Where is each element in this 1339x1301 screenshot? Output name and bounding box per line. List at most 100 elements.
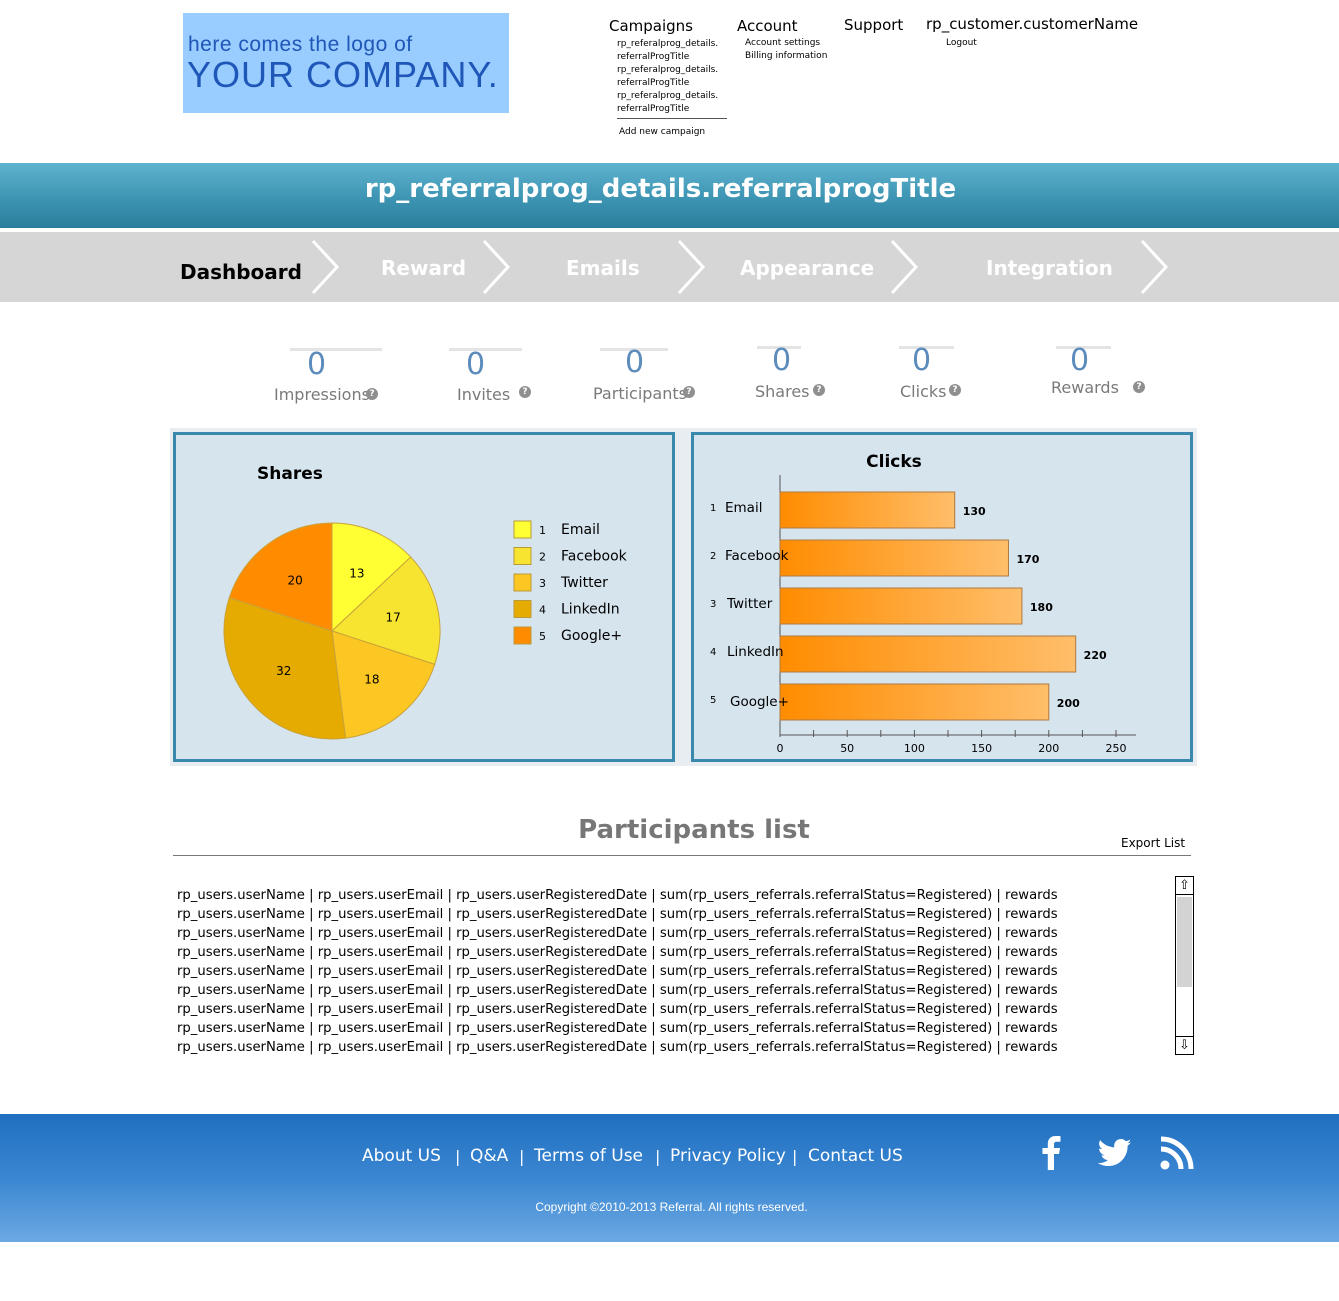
participant-row[interactable]: rp_users.userName | rp_users.userEmail |…	[177, 1000, 1058, 1019]
participants-list: rp_users.userName | rp_users.userEmail |…	[177, 886, 1058, 1057]
footer-link-about-us[interactable]: About US	[362, 1146, 441, 1166]
company-logo[interactable]: here comes the logo of YOUR COMPANY.	[183, 13, 509, 113]
participant-row[interactable]: rp_users.userName | rp_users.userEmail |…	[177, 962, 1058, 981]
category-label: Email	[725, 500, 762, 516]
help-icon[interactable]: ?	[1133, 381, 1145, 393]
x-tick-label: 250	[1106, 742, 1127, 755]
step-integration[interactable]: Integration	[986, 256, 1113, 280]
participant-row[interactable]: rp_users.userName | rp_users.userEmail |…	[177, 905, 1058, 924]
legend-swatch	[513, 520, 532, 539]
step-emails[interactable]: Emails	[566, 256, 640, 280]
nav-customer-name[interactable]: rp_customer.customerName	[926, 15, 1138, 33]
clicks-bar-chart: Clicks 130 1 Email 170 2 Facebook 180 3 Twitter 2…	[710, 452, 1136, 755]
bar-value-label: 170	[1016, 553, 1039, 566]
nav-account[interactable]: Account	[737, 17, 798, 35]
x-tick-label: 0	[777, 742, 784, 755]
participant-row[interactable]: rp_users.userName | rp_users.userEmail |…	[177, 981, 1058, 1000]
twitter-icon[interactable]	[1098, 1137, 1132, 1169]
stat-label: Shares	[755, 382, 810, 401]
chevron-right-icon	[311, 239, 340, 295]
footer-link-contact-us[interactable]: Contact US	[808, 1146, 903, 1166]
help-icon[interactable]: ?	[813, 384, 825, 396]
legend-index: 3	[539, 577, 546, 590]
pie-value-label: 18	[364, 672, 379, 686]
nav-campaigns[interactable]: Campaigns	[609, 17, 693, 35]
legend-index: 5	[539, 630, 546, 643]
legend-swatch	[513, 626, 532, 645]
scroll-up-arrow-icon[interactable]: ⇧	[1176, 877, 1193, 895]
participant-row[interactable]: rp_users.userName | rp_users.userEmail |…	[177, 886, 1058, 905]
x-tick-label: 50	[840, 742, 854, 755]
help-icon[interactable]: ?	[683, 386, 695, 398]
step-dashboard[interactable]: Dashboard	[180, 260, 302, 284]
legend-label: Twitter	[560, 575, 608, 591]
participant-row[interactable]: rp_users.userName | rp_users.userEmail |…	[177, 943, 1058, 962]
footer-link-privacy[interactable]: Privacy Policy	[670, 1146, 786, 1166]
step-appearance[interactable]: Appearance	[740, 256, 874, 280]
clicks-chart-title: Clicks	[866, 452, 922, 472]
step-reward[interactable]: Reward	[381, 256, 466, 280]
chevron-right-icon	[677, 239, 706, 295]
bar[interactable]	[779, 539, 1009, 577]
nav-support[interactable]: Support	[844, 16, 903, 34]
campaign-item[interactable]: rp_referalprog_details.	[617, 38, 718, 51]
billing-information-link[interactable]: Billing information	[745, 50, 827, 63]
legend-swatch	[513, 600, 532, 618]
pie-value-label: 17	[385, 610, 400, 624]
export-list-link[interactable]: Export List	[1121, 836, 1185, 850]
category-index: 2	[710, 551, 716, 562]
shares-pie-chart: Shares 13 17 18 32 20 1 Email 2 Facebook 3 Twitter…	[223, 464, 628, 740]
rss-icon[interactable]	[1160, 1136, 1194, 1170]
campaign-item[interactable]: referralProgTitle	[617, 51, 718, 64]
add-new-campaign-link[interactable]: Add new campaign	[619, 126, 705, 139]
footer: About US | Q&A | Terms of Use | Privacy …	[0, 1114, 1339, 1242]
legend-label: LinkedIn	[561, 602, 620, 618]
help-icon[interactable]: ?	[366, 388, 378, 400]
footer-separator: |	[792, 1147, 798, 1166]
participants-scrollbar[interactable]: ⇧ ⇩	[1175, 876, 1194, 1055]
program-title: rp_referralprog_details.referralprogTitl…	[364, 174, 957, 204]
account-submenu: Account settings Billing information	[745, 37, 827, 63]
pie-value-label: 32	[276, 664, 291, 678]
bar[interactable]	[779, 635, 1077, 673]
x-tick-label: 100	[904, 742, 925, 755]
add-campaign-wrap: Add new campaign	[619, 126, 705, 139]
legend-label: Facebook	[561, 549, 628, 565]
chevron-right-icon	[482, 239, 511, 295]
bar-value-label: 130	[963, 505, 986, 518]
facebook-icon[interactable]	[1040, 1134, 1062, 1170]
x-tick-label: 200	[1038, 742, 1059, 755]
stat-value: 0	[307, 347, 327, 382]
copyright-text: Copyright ©2010-2013 Referral. All right…	[535, 1200, 808, 1214]
legend-index: 1	[539, 524, 546, 537]
footer-link-qa[interactable]: Q&A	[470, 1146, 508, 1166]
participant-row[interactable]: rp_users.userName | rp_users.userEmail |…	[177, 924, 1058, 943]
stat-label: Participants	[593, 384, 687, 403]
logout-link[interactable]: Logout	[946, 37, 977, 50]
stat-label: Impressions	[274, 385, 370, 404]
category-index: 1	[710, 503, 716, 514]
campaign-item[interactable]: rp_referalprog_details.	[617, 90, 718, 103]
scroll-down-arrow-icon[interactable]: ⇩	[1176, 1036, 1193, 1054]
bar[interactable]	[779, 491, 956, 529]
participant-row[interactable]: rp_users.userName | rp_users.userEmail |…	[177, 1038, 1058, 1057]
campaign-item[interactable]: referralProgTitle	[617, 103, 718, 116]
legend-swatch	[513, 547, 532, 565]
shares-chart-title: Shares	[257, 464, 323, 484]
legend-index: 2	[539, 551, 546, 564]
help-icon[interactable]: ?	[949, 384, 961, 396]
participants-divider	[173, 855, 1191, 856]
footer-link-terms[interactable]: Terms of Use	[534, 1146, 643, 1166]
participant-row[interactable]: rp_users.userName | rp_users.userEmail |…	[177, 1019, 1058, 1038]
campaign-item[interactable]: referralProgTitle	[617, 77, 718, 90]
clicks-chart-panel: Clicks 130 1 Email 170 2 Facebook 180 3 Twitter 2…	[691, 432, 1193, 762]
bar[interactable]	[779, 683, 1050, 721]
bar[interactable]	[779, 587, 1023, 625]
pie-value-label: 20	[288, 573, 303, 587]
scroll-thumb[interactable]	[1177, 897, 1192, 987]
category-index: 3	[710, 599, 716, 610]
category-label: Google+	[730, 694, 789, 710]
help-icon[interactable]: ?	[519, 386, 531, 398]
campaign-item[interactable]: rp_referalprog_details.	[617, 64, 718, 77]
account-settings-link[interactable]: Account settings	[745, 37, 827, 50]
